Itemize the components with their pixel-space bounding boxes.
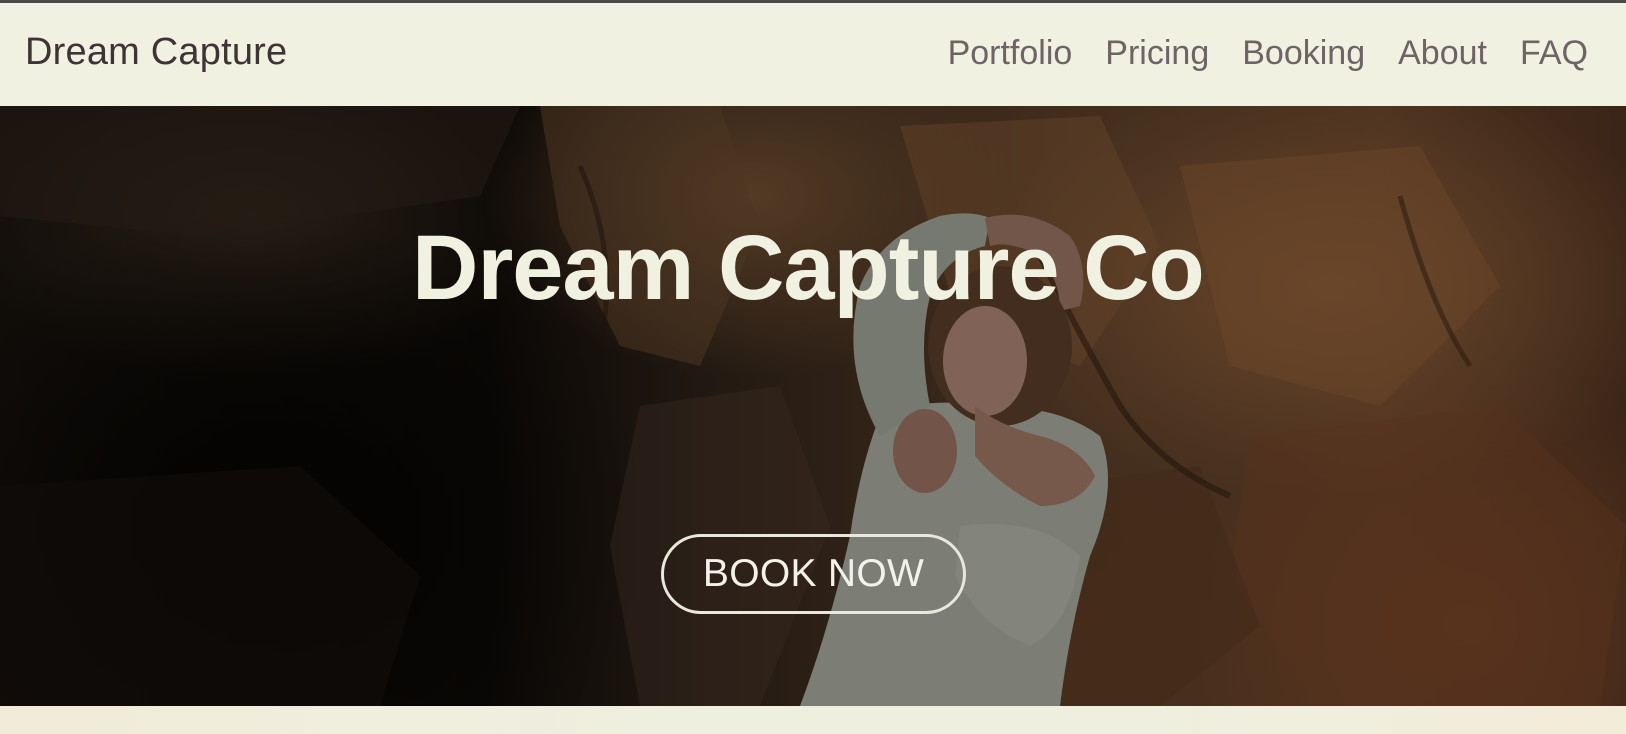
nav-link-faq[interactable]: FAQ	[1520, 34, 1588, 73]
site-brand-logo[interactable]: Dream Capture	[25, 31, 287, 74]
hero-section: Dream Capture Co BOOK NOW	[0, 106, 1626, 706]
hero-title: Dream Capture Co	[412, 217, 1205, 319]
next-section-edge	[0, 706, 1626, 734]
nav-link-about[interactable]: About	[1398, 34, 1487, 73]
nav-link-portfolio[interactable]: Portfolio	[948, 34, 1073, 73]
hero-dark-overlay	[0, 106, 1626, 706]
site-header: Dream Capture Portfolio Pricing Booking …	[0, 3, 1626, 106]
book-now-button[interactable]: BOOK NOW	[661, 534, 966, 614]
main-nav: Portfolio Pricing Booking About FAQ	[948, 34, 1588, 73]
nav-link-pricing[interactable]: Pricing	[1105, 34, 1209, 73]
nav-link-booking[interactable]: Booking	[1242, 34, 1365, 73]
